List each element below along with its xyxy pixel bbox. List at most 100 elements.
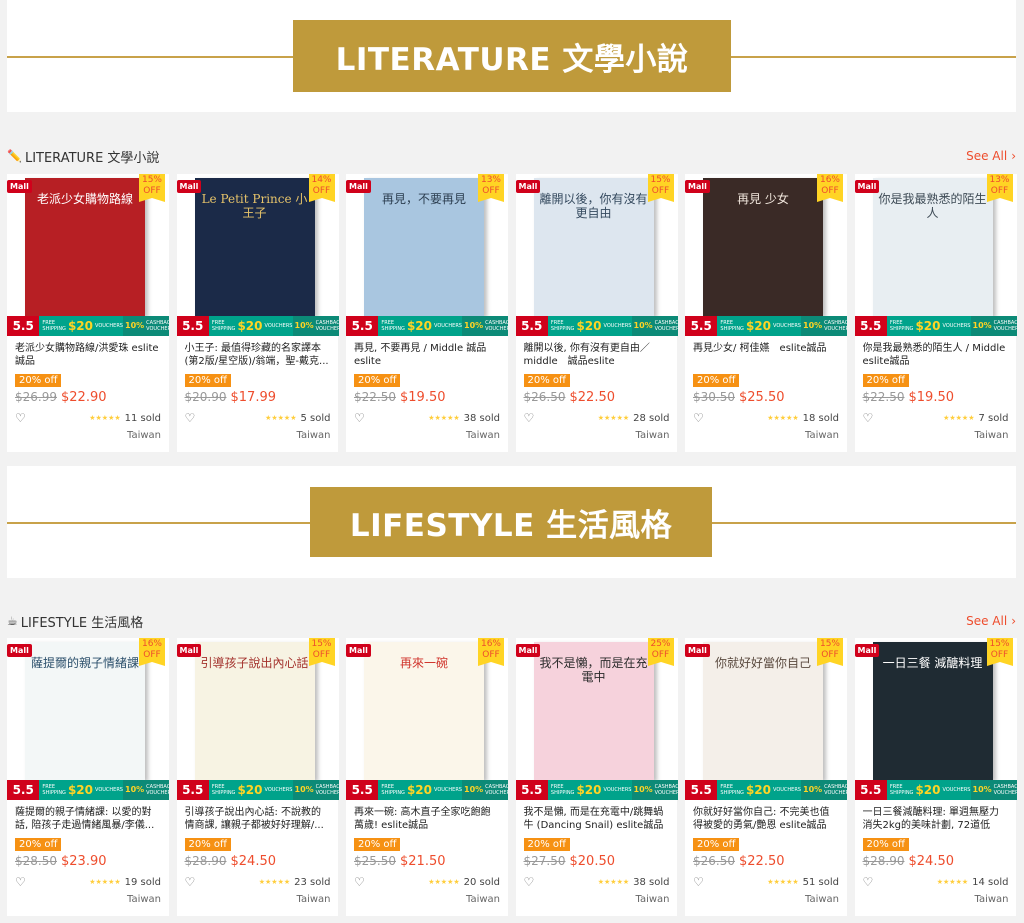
price-row: $26.50 $22.50 — [524, 390, 670, 405]
heart-icon[interactable]: ♡ — [354, 875, 365, 889]
product-name[interactable]: 再見, 不要再見 / Middle 誠品 eslite — [354, 342, 500, 368]
discount-percent: 16% — [480, 639, 501, 649]
product-name[interactable]: 再來一碗: 高木直子全家吃飽飽萬歲! eslite誠品 — [354, 806, 500, 832]
heart-icon[interactable]: ♡ — [354, 411, 365, 425]
section-header-literature: ✏️ LITERATURE 文學小說 See All › — [7, 140, 1016, 172]
book-cover-title: 離開以後，你有沒有更自由 — [539, 192, 648, 221]
product-name[interactable]: 引導孩子說出內心話: 不說教的情商課, 讓親子都被好好理解/... — [185, 806, 331, 832]
product-thumbnail[interactable]: 你是我最熟悉的陌生人 Mall 13% OFF 5.5 FREE SHIPPING $20 V… — [854, 174, 1017, 336]
product-thumbnail[interactable]: 再見，不要再見 Mall 13% OFF 5.5 FREE SHIPPING $20 VOUC… — [346, 174, 508, 336]
promo-cashback-pct: 10% — [803, 785, 823, 794]
product-name[interactable]: 薩提爾的親子情緒課: 以愛的對話, 陪孩子走過情緒風暴/李儀... — [15, 806, 161, 832]
promo-shipping-amount: $20 — [915, 783, 941, 797]
original-price: $26.99 — [15, 390, 57, 404]
product-thumbnail[interactable]: 老派少女購物路線 Mall 15% OFF 5.5 FREE SHIPPING $20 VOU… — [7, 174, 169, 336]
product-thumbnail[interactable]: Le Petit Prince 小王子 Mall 14% OFF 5.5 FREE SHI… — [176, 174, 339, 336]
sold-count: 5 sold — [300, 412, 331, 424]
star-rating-icon: ★★★★★ — [428, 878, 460, 886]
sold-count: 38 sold — [633, 876, 670, 888]
heart-icon[interactable]: ♡ — [863, 875, 874, 889]
discount-off: OFF — [143, 650, 161, 660]
heart-icon[interactable]: ♡ — [863, 411, 874, 425]
promo-strip: 5.5FREE SHIPPING$20VOUCHERS10%CASHBACK V… — [685, 316, 847, 336]
product-name[interactable]: 你是我最熟悉的陌生人 / Middle eslite誠品 — [863, 342, 1009, 368]
heart-icon[interactable]: ♡ — [524, 411, 535, 425]
product-name[interactable]: 小王子: 最值得珍藏的名家譯本 (第2版/星空版)/翁端，聖-戴克... — [185, 342, 331, 368]
product-card[interactable]: 再來一碗 Mall 16% OFF 5.5 FREE SHIPPING $20 VOUCHER… — [346, 638, 508, 916]
product-card[interactable]: 引導孩子說出內心話 Mall 15% OFF 5.5 FREE SHIPPING $20 VO… — [176, 638, 339, 916]
product-meta: ♡ ★★★★★ 23 sold — [185, 875, 331, 889]
promo-shipping: FREE SHIPPING $20 VOUCHERS — [39, 780, 123, 800]
location: Taiwan — [296, 894, 331, 905]
promo-55-label: 5.5 — [7, 780, 40, 800]
heart-icon[interactable]: ♡ — [15, 411, 26, 425]
product-thumbnail[interactable]: 引導孩子說出內心話 Mall 15% OFF 5.5 FREE SHIPPING $20 VO… — [176, 638, 339, 800]
rating-sold: ★★★★★ 38 sold — [428, 413, 500, 424]
mall-badge: Mall — [854, 644, 880, 657]
sold-count: 19 sold — [124, 876, 161, 888]
discount-off: OFF — [312, 650, 331, 660]
promo-cashback: 10%CASHBACK VOUCHERS — [462, 780, 508, 800]
product-info: 你就好好當你自己: 不完美也值得被愛的勇氣/艷恩 eslite誠品 20% off… — [685, 800, 847, 905]
promo-cashback: 10%CASHBACK VOUCHERS — [801, 780, 847, 800]
product-name[interactable]: 老派少女購物路線/洪愛珠 eslite誠品 — [15, 342, 161, 368]
product-thumbnail[interactable]: 再來一碗 Mall 16% OFF 5.5 FREE SHIPPING $20 VOUCHER… — [346, 638, 508, 800]
rating-sold: ★★★★★ 20 sold — [428, 877, 500, 888]
heart-icon[interactable]: ♡ — [15, 875, 26, 889]
product-thumbnail[interactable]: 一日三餐 減醣料理 Mall 15% OFF 5.5 FREE SHIPPING $20 VO… — [854, 638, 1017, 800]
promo-55-label: 5.5 — [685, 316, 718, 336]
product-card[interactable]: 再見，不要再見 Mall 13% OFF 5.5 FREE SHIPPING $20 VOUC… — [346, 174, 508, 452]
rating-sold: ★★★★★ 11 sold — [89, 413, 161, 424]
heart-icon[interactable]: ♡ — [185, 411, 196, 425]
discount-badge: 13% OFF — [478, 174, 504, 202]
product-card[interactable]: 離開以後，你有沒有更自由 Mall 15% OFF 5.5 FREE SHIPPING $2… — [515, 174, 678, 452]
promo-55-label: 5.5 — [854, 780, 887, 800]
product-card[interactable]: 再見 少女 Mall 16% OFF 5.5 FREE SHIPPING $20 VOUCHE… — [685, 174, 847, 452]
product-name[interactable]: 離開以後, 你有沒有更自由／ middle 誠品eslite — [524, 342, 670, 368]
book-cover-image: 你是我最熟悉的陌生人 — [872, 178, 993, 316]
promo-shipping-label: FREE SHIPPING — [720, 320, 744, 332]
book-cover-title: 你是我最熟悉的陌生人 — [878, 192, 987, 221]
star-rating-icon: ★★★★★ — [258, 878, 291, 886]
product-card[interactable]: Le Petit Prince 小王子 Mall 14% OFF 5.5 FREE SHI… — [176, 174, 339, 452]
product-card[interactable]: 你是我最熟悉的陌生人 Mall 13% OFF 5.5 FREE SHIPPING $20 V… — [854, 174, 1017, 452]
product-thumbnail[interactable]: 你就好好當你自己 Mall 15% OFF 5.5 FREE SHIPPING $20 VOU… — [685, 638, 847, 800]
product-thumbnail[interactable]: 我不是懶，而是在充電中 Mall 25% OFF 5.5 FREE SHIPPING $20… — [515, 638, 678, 800]
sale-price: $24.50 — [908, 854, 955, 869]
promo-shipping: FREE SHIPPING $20 VOUCHERS — [208, 780, 293, 800]
see-all-link[interactable]: See All › — [966, 614, 1016, 628]
see-all-link[interactable]: See All › — [966, 149, 1016, 163]
product-thumbnail[interactable]: 薩提爾的親子情緒課 Mall 16% OFF 5.5 FREE SHIPPING $20 VO… — [7, 638, 169, 800]
promo-shipping: FREE SHIPPING $20 VOUCHERS — [547, 780, 632, 800]
product-name[interactable]: 我不是懶, 而是在充電中/跳舞蝸牛 (Dancing Snail) eslite… — [524, 806, 670, 832]
heart-icon[interactable]: ♡ — [524, 875, 535, 889]
star-rating-icon: ★★★★★ — [767, 414, 799, 422]
product-card[interactable]: 薩提爾的親子情緒課 Mall 16% OFF 5.5 FREE SHIPPING $20 VO… — [7, 638, 169, 916]
mall-badge: Mall — [854, 180, 880, 193]
heart-icon[interactable]: ♡ — [693, 411, 704, 425]
book-cover-title: 老派少女購物路線 — [36, 192, 133, 206]
promo-strip: 5.5FREE SHIPPING$20VOUCHERS10%CASHBACK V… — [346, 780, 508, 800]
product-card[interactable]: 你就好好當你自己 Mall 15% OFF 5.5 FREE SHIPPING $20 VOU… — [685, 638, 847, 916]
heart-icon[interactable]: ♡ — [185, 875, 196, 889]
product-name[interactable]: 你就好好當你自己: 不完美也值得被愛的勇氣/艷恩 eslite誠品 — [693, 806, 839, 832]
promo-strip: 5.5FREE SHIPPING$20VOUCHERS10%CASHBACK V… — [515, 316, 678, 336]
product-thumbnail[interactable]: 再見 少女 Mall 16% OFF 5.5 FREE SHIPPING $20 VOUCHE… — [685, 174, 847, 336]
product-name[interactable]: 再見少女/ 柯佳嬿 eslite誠品 — [693, 342, 839, 368]
product-card[interactable]: 一日三餐 減醣料理 Mall 15% OFF 5.5 FREE SHIPPING $20 VO… — [854, 638, 1017, 916]
discount-off: OFF — [821, 186, 839, 196]
product-card[interactable]: 我不是懶，而是在充電中 Mall 25% OFF 5.5 FREE SHIPPING $20… — [515, 638, 678, 916]
discount-tag: 20% off — [15, 374, 62, 387]
promo-strip: 5.5FREE SHIPPING$20VOUCHERS10%CASHBACK V… — [346, 316, 508, 336]
price-row: $30.50 $25.50 — [693, 390, 839, 405]
location: Taiwan — [635, 430, 670, 441]
product-thumbnail[interactable]: 離開以後，你有沒有更自由 Mall 15% OFF 5.5 FREE SHIPPING $2… — [515, 174, 678, 336]
original-price: $22.50 — [354, 390, 396, 404]
heart-icon[interactable]: ♡ — [693, 875, 704, 889]
product-card[interactable]: 老派少女購物路線 Mall 15% OFF 5.5 FREE SHIPPING $20 VOU… — [7, 174, 169, 452]
promo-shipping-sub: VOUCHERS — [434, 323, 462, 329]
discount-percent: 15% — [989, 639, 1010, 649]
product-name[interactable]: 一日三餐減醣料理: 單週無壓力消失2kg的美味計劃, 72道低醣... — [863, 806, 1009, 832]
promo-strip: 5.5FREE SHIPPING$20VOUCHERS10%CASHBACK V… — [854, 780, 1017, 800]
book-cover-title: Le Petit Prince 小王子 — [201, 192, 308, 221]
